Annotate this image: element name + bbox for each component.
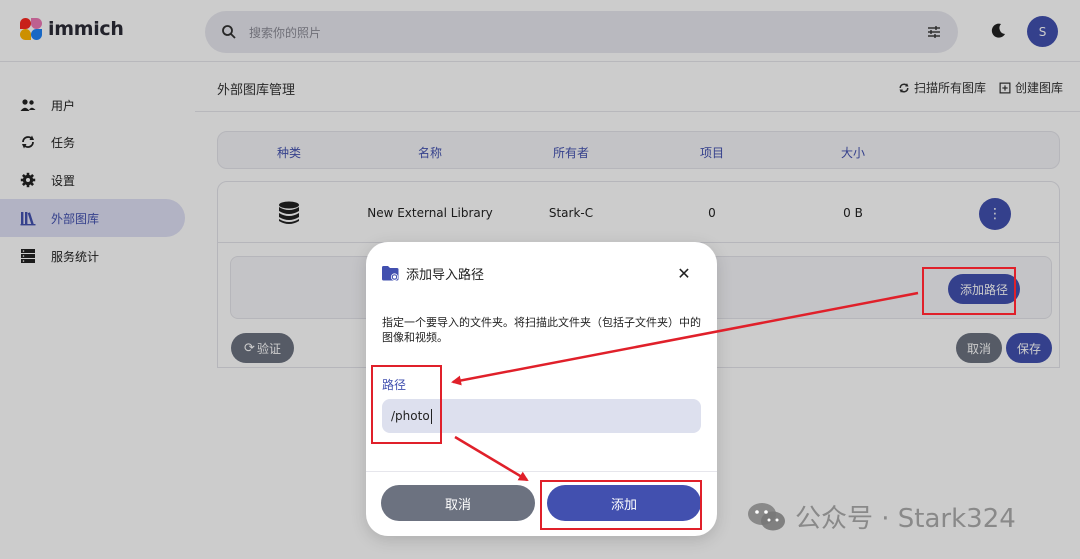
watermark-text: 公众号 · Stark324 xyxy=(795,504,1016,534)
arrow-add-path-to-input xyxy=(451,291,919,386)
watermark: 公众号 · Stark324 xyxy=(747,498,1016,535)
annotation-arrows xyxy=(451,291,919,482)
arrow-input-to-add xyxy=(454,435,529,482)
wechat-icon xyxy=(748,502,785,530)
